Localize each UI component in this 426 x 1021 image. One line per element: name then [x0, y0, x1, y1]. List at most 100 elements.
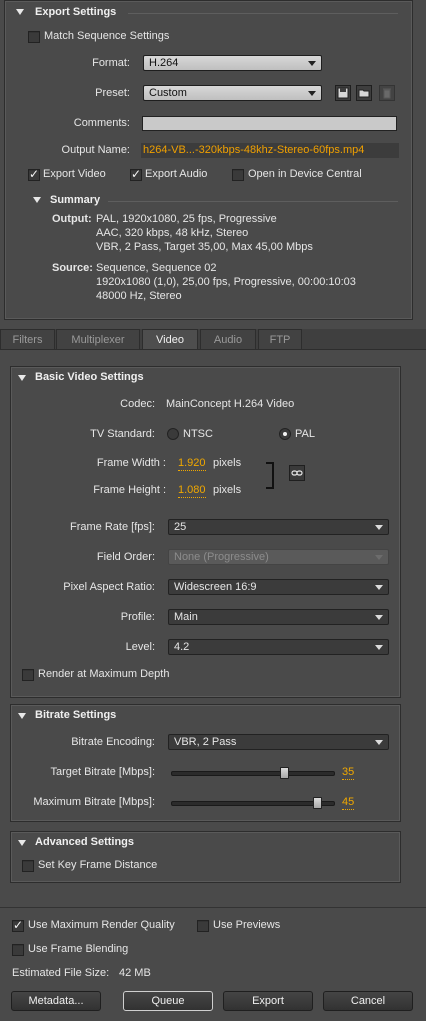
max-render-quality-checkbox[interactable] — [12, 918, 24, 932]
collapse-triangle-icon[interactable] — [18, 713, 26, 719]
target-bitrate-label: Target Bitrate [Mbps]: — [50, 766, 155, 778]
summary-output-label: Output: — [52, 213, 92, 225]
summary-output-line: VBR, 2 Pass, Target 35,00, Max 45,00 Mbp… — [96, 241, 313, 253]
preset-value: Custom — [149, 87, 187, 99]
summary-source-line: Sequence, Sequence 02 — [96, 262, 217, 274]
chevron-down-icon — [375, 740, 383, 745]
field-order-value: None (Progressive) — [174, 551, 269, 563]
codec-label: Codec: — [120, 398, 155, 410]
frame-height-value[interactable]: 1.080 — [178, 484, 206, 498]
preset-dropdown[interactable]: Custom — [143, 85, 322, 101]
use-previews-checkbox[interactable] — [197, 920, 209, 932]
preset-label: Preset: — [95, 87, 130, 99]
pixel-aspect-dropdown[interactable]: Widescreen 16:9 — [168, 579, 389, 595]
queue-button[interactable]: Queue — [123, 991, 213, 1011]
match-sequence-label: Match Sequence Settings — [44, 30, 170, 42]
output-name-label: Output Name: — [61, 144, 130, 156]
profile-value: Main — [174, 611, 198, 623]
import-preset-folder-icon[interactable] — [356, 85, 372, 101]
codec-value: MainConcept H.264 Video — [166, 398, 295, 410]
max-bitrate-label: Maximum Bitrate [Mbps]: — [33, 796, 155, 808]
use-previews-label: Use Previews — [213, 919, 281, 931]
export-button[interactable]: Export — [223, 991, 313, 1011]
profile-label: Profile: — [120, 611, 155, 623]
metadata-button[interactable]: Metadata... — [11, 991, 101, 1011]
tab-multiplexer[interactable]: Multiplexer — [56, 329, 140, 349]
frame-blending-label: Use Frame Blending — [28, 943, 129, 955]
collapse-triangle-icon[interactable] — [18, 840, 26, 846]
frame-blending-checkbox[interactable] — [12, 944, 24, 956]
frame-width-value[interactable]: 1.920 — [178, 457, 206, 471]
tab-audio[interactable]: Audio — [200, 329, 256, 349]
export-video-checkbox[interactable] — [28, 167, 40, 181]
export-audio-label: Export Audio — [145, 168, 208, 180]
profile-dropdown[interactable]: Main — [168, 609, 389, 625]
tab-filters[interactable]: Filters — [0, 329, 55, 349]
chevron-down-icon — [375, 555, 383, 560]
target-bitrate-thumb[interactable] — [280, 767, 290, 779]
basic-video-title: Basic Video Settings — [35, 371, 144, 383]
bitrate-title: Bitrate Settings — [35, 709, 117, 721]
collapse-triangle-icon[interactable] — [18, 375, 26, 381]
chevron-down-icon — [375, 615, 383, 620]
footer-divider — [0, 907, 426, 908]
summary-output-line: PAL, 1920x1080, 25 fps, Progressive — [96, 213, 277, 225]
frame-height-unit: pixels — [213, 484, 242, 496]
format-label: Format: — [92, 57, 130, 69]
summary-output-line: AAC, 320 kbps, 48 kHz, Stereo — [96, 227, 249, 239]
summary-source-label: Source: — [52, 262, 93, 274]
max-render-quality-label: Use Maximum Render Quality — [28, 919, 175, 931]
render-max-depth-label: Render at Maximum Depth — [38, 668, 170, 680]
max-bitrate-slider[interactable] — [171, 801, 335, 806]
frame-width-unit: pixels — [213, 457, 242, 469]
level-dropdown[interactable]: 4.2 — [168, 639, 389, 655]
summary-collapse-triangle-icon[interactable] — [33, 197, 41, 203]
link-chain-icon[interactable] — [289, 465, 305, 481]
divider — [128, 13, 398, 14]
comments-input[interactable] — [142, 116, 397, 131]
comments-label: Comments: — [73, 117, 130, 129]
chevron-down-icon — [375, 585, 383, 590]
max-bitrate-thumb[interactable] — [312, 797, 322, 809]
ntsc-label: NTSC — [183, 428, 213, 440]
chevron-down-icon — [375, 525, 383, 530]
ntsc-radio[interactable] — [167, 428, 179, 440]
chevron-down-icon — [308, 61, 316, 66]
chevron-down-icon — [308, 91, 316, 96]
max-bitrate-value[interactable]: 45 — [342, 796, 355, 810]
match-sequence-checkbox[interactable] — [28, 31, 40, 43]
pal-label: PAL — [295, 428, 315, 440]
save-preset-icon[interactable] — [335, 85, 351, 101]
pixel-aspect-value: Widescreen 16:9 — [174, 581, 257, 593]
constrain-bracket — [266, 462, 274, 489]
field-order-label: Field Order: — [96, 551, 155, 563]
bitrate-encoding-label: Bitrate Encoding: — [71, 736, 155, 748]
frame-rate-dropdown[interactable]: 25 — [168, 519, 389, 535]
field-order-dropdown: None (Progressive) — [168, 549, 389, 565]
tv-standard-label: TV Standard: — [90, 428, 155, 440]
cancel-button[interactable]: Cancel — [323, 991, 413, 1011]
target-bitrate-slider[interactable] — [171, 771, 335, 776]
target-bitrate-value[interactable]: 35 — [342, 766, 355, 780]
frame-height-label: Frame Height : — [93, 484, 166, 496]
format-value: H.264 — [149, 57, 179, 69]
estimated-file-size-label: Estimated File Size: — [12, 967, 110, 979]
bitrate-encoding-dropdown[interactable]: VBR, 2 Pass — [168, 734, 389, 750]
delete-preset-trash-icon[interactable] — [379, 85, 395, 101]
divider — [108, 201, 398, 202]
output-name-link[interactable]: h264-VB...-320kbps-48khz-Stereo-60fps.mp… — [141, 143, 399, 158]
tab-ftp[interactable]: FTP — [258, 329, 302, 349]
render-max-depth-checkbox[interactable] — [22, 669, 34, 681]
tab-video[interactable]: Video — [142, 329, 198, 350]
summary-source-line: 1920x1080 (1,0), 25,00 fps, Progressive,… — [96, 276, 356, 288]
collapse-triangle-icon[interactable] — [16, 9, 24, 15]
open-device-central-checkbox[interactable] — [232, 169, 244, 181]
frame-rate-value: 25 — [174, 521, 187, 533]
format-dropdown[interactable]: H.264 — [143, 55, 322, 71]
estimated-file-size-value: 42 MB — [119, 967, 151, 979]
export-audio-checkbox[interactable] — [130, 167, 142, 181]
key-frame-distance-checkbox[interactable] — [22, 860, 34, 872]
bitrate-encoding-value: VBR, 2 Pass — [174, 736, 237, 748]
summary-title: Summary — [50, 194, 101, 206]
pal-radio[interactable] — [279, 428, 291, 440]
